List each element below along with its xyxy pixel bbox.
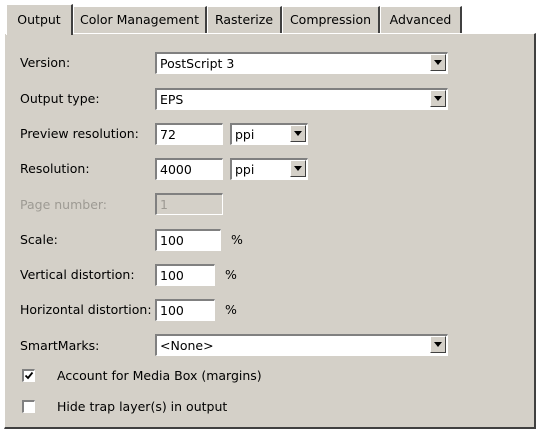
chevron-down-icon[interactable] bbox=[430, 90, 446, 107]
scale-label: Scale: bbox=[20, 232, 58, 247]
version-value: PostScript 3 bbox=[155, 52, 448, 74]
chevron-down-icon[interactable] bbox=[430, 54, 446, 71]
chevron-down-icon[interactable] bbox=[290, 125, 306, 142]
checkmark-icon bbox=[24, 371, 34, 380]
smartmarks-value: <None> bbox=[155, 334, 448, 356]
output-settings-panel: Version: PostScript 3 Output type: EPS P… bbox=[4, 33, 536, 429]
tab-advanced[interactable]: Advanced bbox=[380, 6, 462, 34]
preview-resolution-label: Preview resolution: bbox=[20, 126, 139, 141]
resolution-label: Resolution: bbox=[20, 161, 90, 176]
horizontal-distortion-unit: % bbox=[225, 302, 237, 317]
output-type-dropdown[interactable]: EPS bbox=[155, 88, 448, 110]
chevron-down-icon[interactable] bbox=[290, 160, 306, 177]
smartmarks-dropdown[interactable]: <None> bbox=[155, 334, 448, 356]
vertical-distortion-input[interactable]: 100 bbox=[155, 264, 215, 286]
version-label: Version: bbox=[20, 55, 71, 70]
horizontal-distortion-input[interactable]: 100 bbox=[155, 299, 215, 321]
output-type-value: EPS bbox=[155, 88, 448, 110]
version-dropdown[interactable]: PostScript 3 bbox=[155, 52, 448, 74]
tab-output[interactable]: Output bbox=[6, 4, 73, 35]
horizontal-distortion-label: Horizontal distortion: bbox=[20, 302, 152, 317]
tab-rasterize[interactable]: Rasterize bbox=[207, 6, 282, 34]
account-media-box-label[interactable]: Account for Media Box (margins) bbox=[57, 368, 262, 383]
tab-color-management[interactable]: Color Management bbox=[73, 6, 207, 34]
scale-unit: % bbox=[231, 232, 243, 247]
hide-trap-layers-label[interactable]: Hide trap layer(s) in output bbox=[57, 399, 227, 414]
account-media-box-checkbox[interactable] bbox=[22, 369, 35, 382]
hide-trap-layers-checkbox[interactable] bbox=[22, 400, 35, 413]
smartmarks-label: SmartMarks: bbox=[20, 338, 100, 353]
page-number-label: Page number: bbox=[20, 197, 108, 212]
scale-input[interactable]: 100 bbox=[155, 229, 221, 251]
resolution-input[interactable]: 4000 bbox=[155, 158, 223, 180]
output-type-label: Output type: bbox=[20, 91, 100, 106]
vertical-distortion-label: Vertical distortion: bbox=[20, 267, 135, 282]
tab-compression[interactable]: Compression bbox=[282, 6, 380, 34]
resolution-unit-dropdown[interactable]: ppi bbox=[230, 158, 308, 180]
preview-resolution-unit-dropdown[interactable]: ppi bbox=[230, 123, 308, 145]
preview-resolution-input[interactable]: 72 bbox=[155, 123, 223, 145]
chevron-down-icon[interactable] bbox=[430, 336, 446, 353]
page-number-input: 1 bbox=[155, 193, 223, 215]
vertical-distortion-unit: % bbox=[225, 267, 237, 282]
